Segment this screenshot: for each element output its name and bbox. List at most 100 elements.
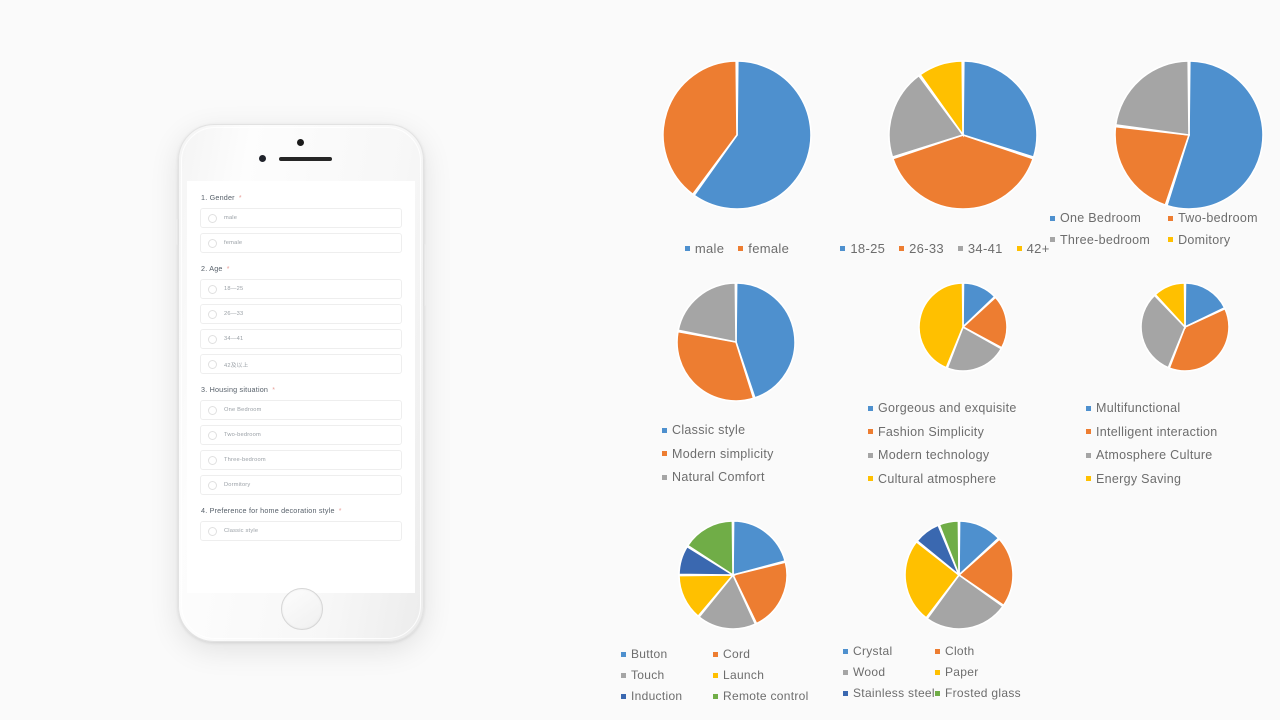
legend-swatch-icon <box>1086 429 1091 435</box>
legend-item[interactable]: Cloth <box>935 645 1021 657</box>
phone-power-button[interactable] <box>423 244 426 306</box>
chart-cell: Button Cord Touch Launch Induction Remote con… <box>621 520 808 702</box>
legend-item[interactable]: Button <box>621 648 713 660</box>
survey-option-row[interactable]: One Bedroom <box>200 400 402 420</box>
legend-item[interactable]: male <box>684 242 724 255</box>
radio-button-icon[interactable] <box>208 213 217 223</box>
legend-swatch-icon <box>713 693 718 699</box>
legend-item[interactable]: 18-25 <box>840 242 885 255</box>
legend-swatch-icon <box>868 405 873 411</box>
legend-item[interactable]: 34-41 <box>957 242 1003 255</box>
chart-cell: Gorgeous and exquisite Fashion Simplicity… <box>868 282 1016 485</box>
radio-button-icon[interactable] <box>208 405 217 415</box>
legend-item[interactable]: Stainless steel <box>843 687 935 699</box>
legend-item[interactable]: One Bedroom <box>1050 212 1150 225</box>
radio-button-icon[interactable] <box>208 359 217 369</box>
legend-item[interactable]: female <box>738 242 789 255</box>
survey-option-label: Dormitory <box>224 482 251 488</box>
survey-option-row[interactable]: Dormitory <box>200 475 402 495</box>
survey-option-row[interactable]: 18—25 <box>200 279 402 299</box>
legend-swatch-icon <box>1050 237 1055 243</box>
chart-legend: Classic style Modern simplicity Natural Co… <box>662 424 774 495</box>
question-title: 3. Housing situation * <box>201 385 402 394</box>
legend-item[interactable]: Three-bedroom <box>1050 233 1150 247</box>
chart-legend: 18-25 26-33 34-41 42+ <box>840 242 1049 255</box>
legend-item[interactable]: Atmosphere Culture <box>1086 449 1218 462</box>
legend-item[interactable]: Touch <box>621 669 713 681</box>
legend-swatch-icon <box>1016 246 1022 251</box>
legend-item[interactable]: Multifunctional <box>1086 402 1218 415</box>
pie-chart-svg <box>904 520 1014 630</box>
legend-label: One Bedroom <box>1060 211 1142 225</box>
legend-item[interactable]: Domitory <box>1168 233 1258 247</box>
survey-option-label: Three-bedroom <box>224 457 266 463</box>
survey-option-row[interactable]: 26—33 <box>200 304 402 324</box>
survey-option-row[interactable]: 42及以上 <box>200 354 402 374</box>
radio-button-icon[interactable] <box>208 455 217 465</box>
survey-option-row[interactable]: Classic style <box>200 521 402 541</box>
legend-item[interactable]: Two-bedroom <box>1168 212 1258 225</box>
legend-label: 26-33 <box>909 241 944 256</box>
legend-swatch-icon <box>662 427 667 433</box>
required-asterisk: * <box>270 387 276 394</box>
legend-item[interactable]: Fashion Simplicity <box>868 425 1017 439</box>
chart-legend: Button Cord Touch Launch Induction Remote con… <box>621 648 809 702</box>
legend-item[interactable]: Frosted glass <box>935 687 1021 699</box>
legend-item[interactable]: Intelligent interaction <box>1086 425 1218 439</box>
legend-label: Paper <box>945 665 979 679</box>
legend-item[interactable]: Wood <box>843 666 935 678</box>
pie-chart-svg <box>1114 60 1264 210</box>
radio-button-icon[interactable] <box>208 238 217 248</box>
legend-swatch-icon <box>1086 405 1091 411</box>
pie-chart <box>678 520 788 630</box>
survey-form[interactable]: 1. Gender * male female 2. Age * 18—25 26—33 3… <box>187 181 415 541</box>
radio-button-icon[interactable] <box>208 526 217 536</box>
radio-button-icon[interactable] <box>208 284 217 294</box>
legend-item[interactable]: Modern technology <box>868 449 1017 462</box>
legend-item[interactable]: 26-33 <box>899 242 944 255</box>
survey-option-row[interactable]: Two-bedroom <box>200 425 402 445</box>
chart-cell: 18-25 26-33 34-41 42+ <box>840 60 1049 255</box>
question-number: 3. <box>201 385 210 394</box>
pie-chart <box>918 282 1008 372</box>
legend-label: Multifunctional <box>1096 401 1181 415</box>
legend-swatch-icon <box>621 651 626 657</box>
chart-cell: Crystal Cloth Wood Paper Stainless steel Fros… <box>843 520 1021 699</box>
legend-item[interactable]: Energy Saving <box>1086 472 1218 486</box>
legend-item[interactable]: Remote control <box>713 690 809 702</box>
legend-item[interactable]: Natural Comfort <box>662 471 774 484</box>
phone-proximity-sensor <box>259 155 266 162</box>
legend-swatch-icon <box>662 451 667 457</box>
survey-option-row[interactable]: male <box>200 208 402 228</box>
legend-item[interactable]: Induction <box>621 690 713 702</box>
legend-item[interactable]: Launch <box>713 669 809 681</box>
legend-item[interactable]: Crystal <box>843 645 935 657</box>
survey-option-row[interactable]: 34—41 <box>200 329 402 349</box>
legend-item[interactable]: Paper <box>935 666 1021 678</box>
pie-chart-svg <box>678 520 788 630</box>
legend-item[interactable]: Cultural atmosphere <box>868 472 1017 486</box>
legend-label: Touch <box>631 668 665 682</box>
legend-item[interactable]: 42+ <box>1016 242 1050 255</box>
legend-item[interactable]: Modern simplicity <box>662 447 774 461</box>
radio-button-icon[interactable] <box>208 309 217 319</box>
legend-label: female <box>748 241 790 256</box>
legend-label: Frosted glass <box>945 686 1021 700</box>
phone-volume-button[interactable] <box>176 219 179 245</box>
radio-button-icon[interactable] <box>208 334 217 344</box>
survey-option-row[interactable]: Three-bedroom <box>200 450 402 470</box>
pie-chart <box>1140 282 1230 372</box>
legend-item[interactable]: Cord <box>713 648 809 660</box>
legend-swatch-icon <box>684 246 690 251</box>
radio-button-icon[interactable] <box>208 430 217 440</box>
radio-button-icon[interactable] <box>208 480 217 490</box>
phone-home-button[interactable] <box>281 588 323 630</box>
legend-item[interactable]: Classic style <box>662 424 774 437</box>
pie-chart-svg <box>662 60 812 210</box>
question-label: Preference for home decoration style <box>209 506 335 515</box>
legend-swatch-icon <box>843 648 848 654</box>
legend-label: Natural Comfort <box>672 470 765 484</box>
required-asterisk: * <box>236 195 242 202</box>
survey-option-row[interactable]: female <box>200 233 402 253</box>
legend-item[interactable]: Gorgeous and exquisite <box>868 402 1017 415</box>
